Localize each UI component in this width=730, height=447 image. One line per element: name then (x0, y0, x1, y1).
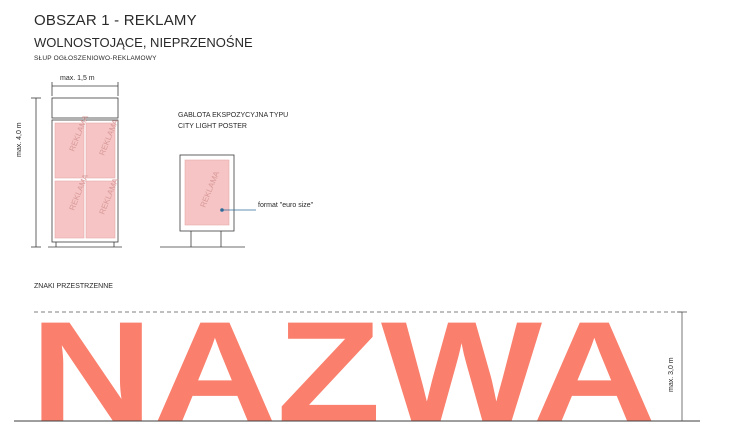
column-cap (51, 97, 119, 119)
sign-text: NAZWA (30, 293, 656, 447)
drawing-canvas: REKLAMA REKLAMA REKLAMA REKLAMA REKLAMA … (14, 82, 700, 447)
format-leader-dot (220, 208, 224, 212)
city-light-showcase: REKLAMA (160, 154, 256, 248)
spatial-sign: NAZWA (14, 293, 700, 447)
